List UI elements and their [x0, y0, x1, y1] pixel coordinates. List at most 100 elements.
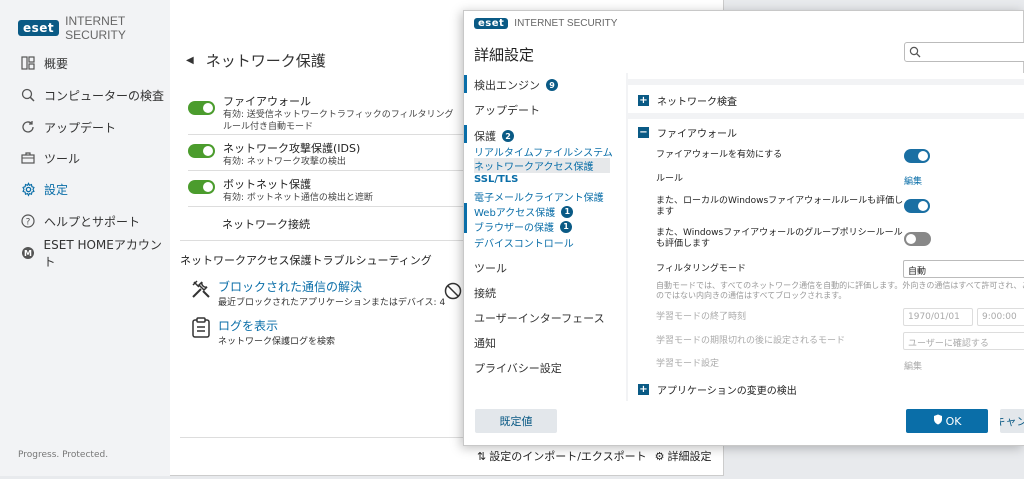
feature-title[interactable]: ネットワーク攻撃保護(IDS) [223, 140, 360, 156]
clipboard-icon [190, 317, 212, 339]
tool-view-logs[interactable]: ログを表示 ネットワーク保護ログを検索 [190, 317, 335, 347]
section-header: + ネットワーク検査 [638, 93, 737, 108]
ids-toggle[interactable] [188, 144, 215, 158]
sidebar-item-label: ESET HOMEアカウント [43, 238, 162, 269]
import-export-icon: ⇅ [477, 449, 487, 463]
sidebar-item-label: ツール [44, 151, 81, 166]
tool-title[interactable]: ログを表示 [218, 317, 335, 334]
settings-pane: + ネットワーク検査 − ファイアウォール ファイアウォールを有効にする ルール… [626, 73, 1024, 405]
nav-indicator [464, 75, 467, 93]
sidebar-item-label: コンピューターの検査 [44, 88, 165, 103]
bottom-links: ⇅ 設定のインポート/エクスポート ⚙ 詳細設定 [477, 448, 711, 464]
dialog-logo: eset INTERNET SECURITY [474, 18, 617, 29]
nav-notifications[interactable]: 通知 [474, 335, 496, 351]
filtering-mode-select[interactable]: 自動 [903, 260, 1024, 278]
feature-title[interactable]: ボットネット保護 [223, 176, 373, 192]
rules-edit-link[interactable]: 編集 [904, 174, 922, 187]
network-connections-link[interactable]: ネットワーク接続 [222, 216, 310, 232]
panel-top-edge [628, 73, 1024, 79]
sidebar-item-help[interactable]: ? ヘルプとサポート [20, 212, 140, 230]
botnet-toggle[interactable] [188, 180, 215, 194]
help-icon: ? [20, 213, 36, 229]
expand-icon[interactable]: + [638, 384, 649, 395]
nav-protection[interactable]: 保護 2 [474, 128, 514, 144]
dialog-title: 詳細設定 [474, 46, 535, 64]
setting-label: ルール [656, 174, 684, 184]
alert-badge: 1 [560, 220, 572, 233]
firewall-toggle[interactable] [188, 101, 215, 115]
collapse-icon[interactable]: − [638, 127, 649, 138]
search-icon [20, 87, 36, 103]
feature-status: 有効: ボットネット通信の検出と遮断 [223, 193, 373, 203]
import-export-link[interactable]: ⇅ 設定のインポート/エクスポート [477, 448, 647, 464]
advanced-setup-link[interactable]: ⚙ 詳細設定 [655, 448, 712, 464]
sidebar-item-eset-home[interactable]: M ESET HOMEアカウント [20, 238, 170, 269]
gear-icon [20, 181, 36, 197]
advanced-setup-dialog: eset INTERNET SECURITY 詳細設定 検出エンジン 9 アップ… [463, 10, 1024, 446]
default-button[interactable]: 既定値 [475, 409, 557, 433]
section-header-app-change[interactable]: + アプリケーションの変更の検出 [638, 382, 797, 397]
feature-ids: ネットワーク攻撃保護(IDS) 有効: ネットワーク攻撃の検出 [188, 140, 360, 168]
nav-indicator [464, 125, 467, 143]
section-firewall: − ファイアウォール ファイアウォールを有効にする ルール 編集 また、ローカル… [628, 119, 1024, 405]
ok-button[interactable]: OK [906, 409, 988, 433]
nav-email-protection[interactable]: 電子メールクライアント保護 [474, 189, 604, 204]
feature-title[interactable]: ファイアウォール [223, 93, 454, 109]
sidebar-item-setup[interactable]: 設定 [20, 180, 68, 198]
eset-home-icon: M [20, 245, 36, 261]
enable-firewall-toggle[interactable] [904, 149, 930, 163]
tool-title[interactable]: ブロックされた通信の解決 [218, 278, 445, 295]
product-name: INTERNET SECURITY [514, 18, 618, 29]
nav-update[interactable]: アップデート [474, 102, 540, 118]
learning-end-time[interactable]: 9:00:00 [977, 308, 1024, 326]
expand-icon[interactable]: + [638, 95, 649, 106]
nav-ssl-tls[interactable]: SSL/TLS [474, 174, 518, 185]
learning-settings-edit[interactable]: 編集 [904, 359, 922, 372]
sidebar-item-scan[interactable]: コンピューターの検査 [20, 86, 164, 104]
learning-after-select[interactable]: ユーザーに確認する [903, 332, 1024, 350]
feature-botnet: ボットネット保護 有効: ボットネット通信の検出と遮断 [188, 176, 373, 204]
sidebar-item-overview[interactable]: 概要 [20, 54, 68, 72]
nav-web-access-protection[interactable]: Webアクセス保護 1 [474, 204, 574, 219]
svg-text:?: ? [26, 218, 31, 228]
setting-label: また、Windowsファイアウォールのグループポリシールール [656, 228, 903, 238]
ok-label: OK [945, 414, 962, 428]
feature-status: 有効: ネットワーク攻撃の検出 [223, 157, 346, 167]
sidebar-item-tools[interactable]: ツール [20, 149, 80, 167]
learning-end-date[interactable]: 1970/01/01 [903, 308, 973, 326]
product-name: INTERNET SECURITY [65, 14, 126, 42]
sidebar-item-label: アップデート [44, 120, 117, 135]
blocked-icon[interactable] [444, 282, 462, 303]
nav-device-control[interactable]: デバイスコントロール [474, 235, 574, 250]
sidebar-item-label: 概要 [44, 56, 69, 71]
alert-badge: 2 [502, 130, 514, 142]
page-header: ◀ ネットワーク保護 [186, 50, 326, 71]
nav-detection-engine[interactable]: 検出エンジン 9 [474, 77, 558, 93]
section-header[interactable]: − ファイアウォール [638, 125, 737, 140]
nav-connectivity[interactable]: 接続 [474, 285, 496, 301]
nav-label: Webアクセス保護 [474, 208, 556, 219]
section-network-inspection[interactable]: + ネットワーク検査 [628, 85, 1024, 113]
feature-status: ルール付き自動モード [223, 122, 314, 132]
sidebar-item-label: 設定 [44, 182, 69, 197]
filtering-description: 自動モードでは、すべてのネットワーク通信を自動的に評価します。外向きの通信はすべ… [656, 281, 1024, 290]
briefcase-icon [20, 150, 36, 166]
setting-label: また、ローカルのWindowsファイアウォールルールも評価し [656, 196, 904, 206]
nav-user-interface[interactable]: ユーザーインターフェース [474, 310, 605, 326]
sidebar-item-update[interactable]: アップデート [20, 118, 116, 136]
nav-tools[interactable]: ツール [474, 260, 507, 276]
cancel-button[interactable]: キャンセル [1000, 409, 1024, 433]
dashboard-icon [20, 55, 36, 71]
nav-network-access-protection[interactable]: ネットワークアクセス保護 [474, 158, 610, 173]
search-input[interactable] [904, 42, 1024, 62]
tool-resolve-blocked[interactable]: ブロックされた通信の解決 最近ブロックされたアプリケーションまたはデバイス: 4 [190, 278, 445, 308]
tool-subtitle: ネットワーク保護ログを検索 [218, 337, 336, 347]
group-policy-toggle[interactable] [904, 232, 931, 246]
nav-label: ブラウザーの保護 [474, 223, 554, 234]
local-rules-toggle[interactable] [904, 199, 930, 213]
back-arrow-icon[interactable]: ◀ [186, 55, 194, 66]
nav-privacy[interactable]: プライバシー設定 [474, 360, 562, 376]
nav-indicator [464, 203, 467, 233]
nav-browser-protection[interactable]: ブラウザーの保護 1 [474, 219, 572, 234]
feature-firewall: ファイアウォール 有効: 送受信ネットワークトラフィックのフィルタリング ルール… [188, 93, 454, 133]
